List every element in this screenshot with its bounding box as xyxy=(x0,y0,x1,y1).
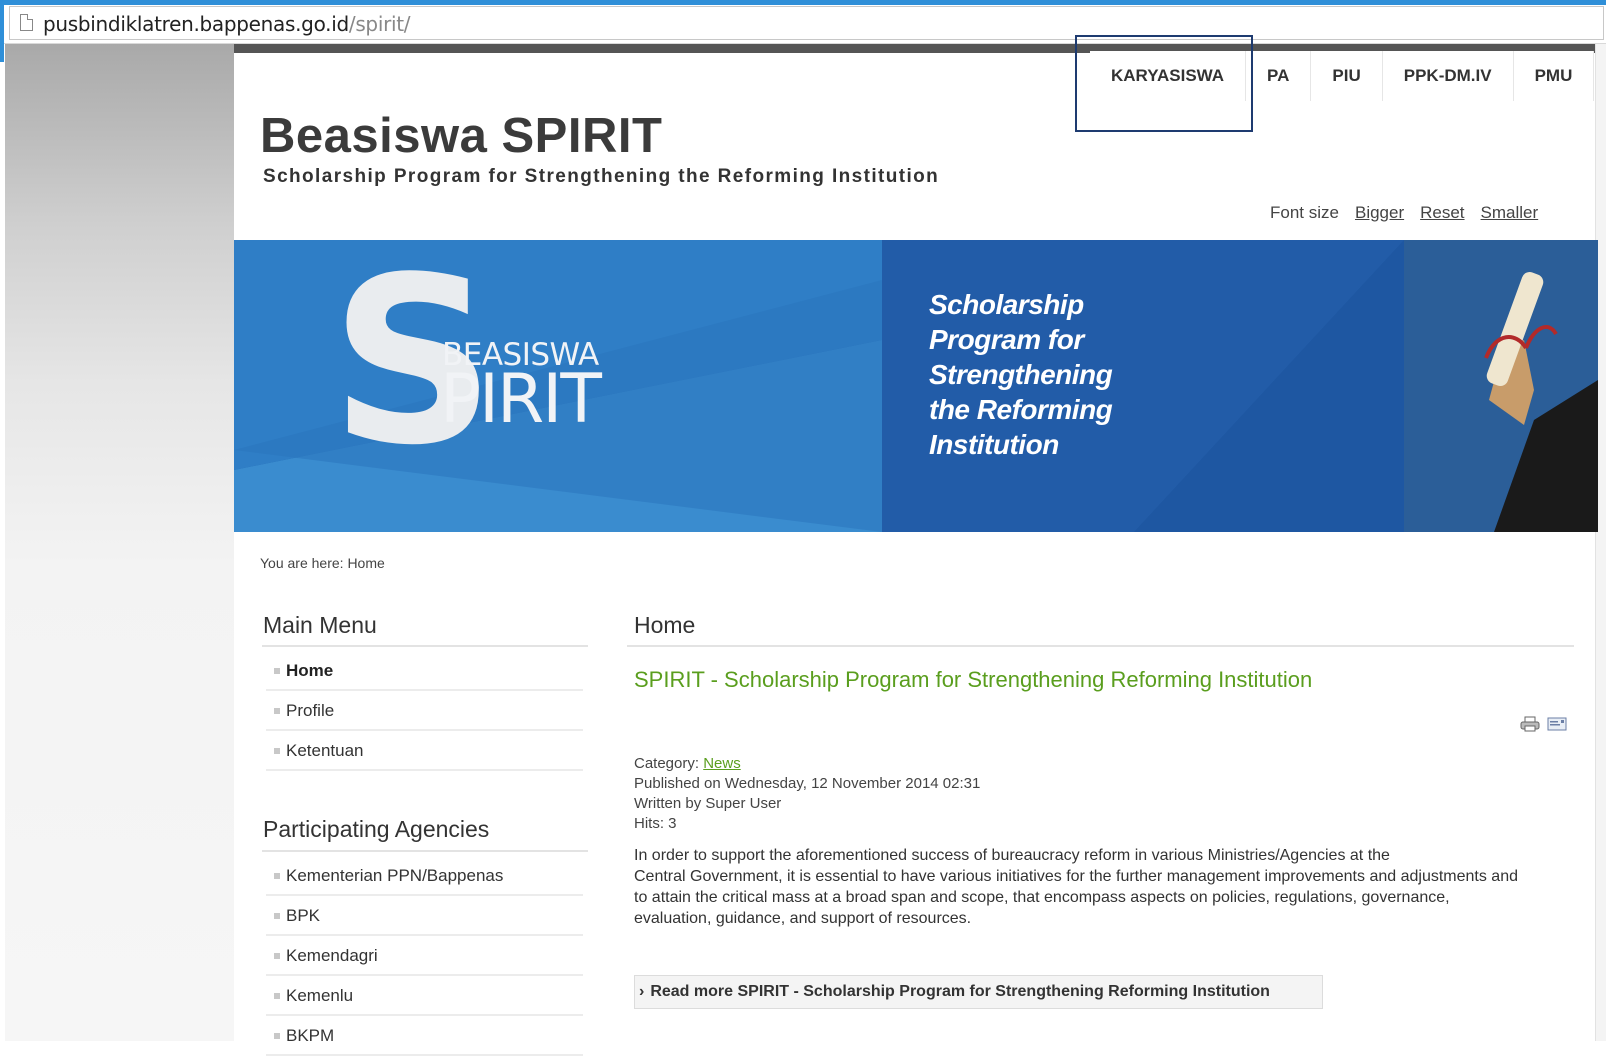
highlight-annotation-box xyxy=(1075,35,1253,132)
article-body: In order to support the aforementioned s… xyxy=(634,845,1574,929)
agency-item-label: Kemendagri xyxy=(286,946,378,965)
bullet-icon xyxy=(274,873,280,879)
agency-item-kemendagri[interactable]: Kemendagri xyxy=(266,936,583,976)
nav-item-piu[interactable]: PIU xyxy=(1311,51,1383,101)
site-subtitle: Scholarship Program for Strengthening th… xyxy=(263,166,940,187)
bullet-icon xyxy=(274,953,280,959)
agency-item-label: BPK xyxy=(286,906,321,925)
agency-item-bpk[interactable]: BPK xyxy=(266,896,583,936)
article-author: Written by Super User xyxy=(634,795,782,812)
font-reset-link[interactable]: Reset xyxy=(1420,203,1464,223)
agencies-rule xyxy=(262,850,588,852)
article-category: Category: News xyxy=(634,754,980,774)
site-title: Beasiswa SPIRIT xyxy=(260,109,663,163)
hero-banner: S BEASISWA PIRIT Scholarship Program for… xyxy=(234,240,1598,532)
read-more-label: Read more SPIRIT - Scholarship Program f… xyxy=(650,983,1270,1000)
article-body-line: Central Government, it is essential to h… xyxy=(634,868,1518,885)
banner-tagline: Scholarship Program for Strengthening th… xyxy=(929,287,1113,462)
agency-item-label: BKPM xyxy=(286,1026,335,1045)
banner-line: Institution xyxy=(929,429,1059,460)
chevron-right-icon: › xyxy=(639,983,645,1000)
page-left-background xyxy=(5,44,234,1041)
section-rule xyxy=(627,645,1574,647)
section-title: Home xyxy=(634,612,696,638)
banner-line: Program for xyxy=(929,324,1084,355)
article-hits: Hits: 3 xyxy=(634,815,677,832)
menu-item-label: Ketentuan xyxy=(286,741,364,760)
bullet-icon xyxy=(274,913,280,919)
bullet-icon xyxy=(274,668,280,674)
main-menu-list: Home Profile Ketentuan xyxy=(266,651,583,771)
read-more-button[interactable]: › Read more SPIRIT - Scholarship Program … xyxy=(634,975,1323,1009)
menu-item-profile[interactable]: Profile xyxy=(266,691,583,731)
menu-item-label: Home xyxy=(286,661,334,680)
menu-item-ketentuan[interactable]: Ketentuan xyxy=(266,731,583,771)
article-published: Published on Wednesday, 12 November 2014… xyxy=(634,775,981,792)
email-icon[interactable] xyxy=(1547,717,1567,731)
page-icon xyxy=(20,14,33,31)
banner-line: Strengthening xyxy=(929,359,1113,390)
article-meta: Category: News Published on Wednesday, 1… xyxy=(634,754,980,834)
bullet-icon xyxy=(274,1033,280,1039)
print-icon[interactable] xyxy=(1520,716,1540,732)
url-path: /spirit/ xyxy=(348,12,411,36)
category-label: Category: xyxy=(634,755,700,772)
agency-item-bkpm[interactable]: BKPM xyxy=(266,1016,583,1056)
article-body-line: In order to support the aforementioned s… xyxy=(634,847,1390,864)
nav-item-ppk-dm-iv[interactable]: PPK-DM.IV xyxy=(1382,51,1514,101)
page-right-edge xyxy=(1595,44,1606,1041)
window-border-left xyxy=(0,0,4,62)
agency-item-bappenas[interactable]: Kementerian PPN/Bappenas xyxy=(266,856,583,896)
url-field[interactable]: pusbindiklatren.bappenas.go.id/spirit/ xyxy=(9,6,1604,40)
menu-item-home[interactable]: Home xyxy=(266,651,583,691)
agency-item-kemenlu[interactable]: Kemenlu xyxy=(266,976,583,1016)
bullet-icon xyxy=(274,748,280,754)
url-domain: pusbindiklatren.bappenas.go.id xyxy=(43,12,349,36)
main-menu-title: Main Menu xyxy=(263,612,377,638)
font-smaller-link[interactable]: Smaller xyxy=(1481,203,1539,223)
category-link[interactable]: News xyxy=(703,755,741,772)
breadcrumb: You are here: Home xyxy=(260,555,385,571)
font-size-controls: Font size Bigger Reset Smaller xyxy=(1270,203,1538,223)
font-bigger-link[interactable]: Bigger xyxy=(1355,203,1404,223)
agencies-title: Participating Agencies xyxy=(263,816,490,842)
article-body-line: evaluation, guidance, and support of res… xyxy=(634,910,972,927)
agency-item-label: Kementerian PPN/Bappenas xyxy=(286,866,504,885)
article-title[interactable]: SPIRIT - Scholarship Program for Strengt… xyxy=(634,667,1312,693)
banner-logo-big: PIRIT xyxy=(440,360,602,439)
article-body-line: to attain the critical mass at a broad s… xyxy=(634,889,1450,906)
agencies-list: Kementerian PPN/Bappenas BPK Kemendagri … xyxy=(266,856,583,1056)
agency-item-label: Kemenlu xyxy=(286,986,354,1005)
bullet-icon xyxy=(274,993,280,999)
url-text[interactable]: pusbindiklatren.bappenas.go.id/spirit/ xyxy=(43,12,411,36)
window-border-top xyxy=(0,0,1606,5)
main-menu-rule xyxy=(262,645,588,647)
font-size-label: Font size xyxy=(1270,203,1339,222)
browser-address-bar: pusbindiklatren.bappenas.go.id/spirit/ xyxy=(0,0,1606,62)
nav-item-pa[interactable]: PA xyxy=(1246,51,1312,101)
bullet-icon xyxy=(274,708,280,714)
menu-item-label: Profile xyxy=(286,701,335,720)
nav-item-pmu[interactable]: PMU xyxy=(1513,51,1595,101)
banner-line: Scholarship xyxy=(929,289,1084,320)
banner-line: the Reforming xyxy=(929,394,1113,425)
